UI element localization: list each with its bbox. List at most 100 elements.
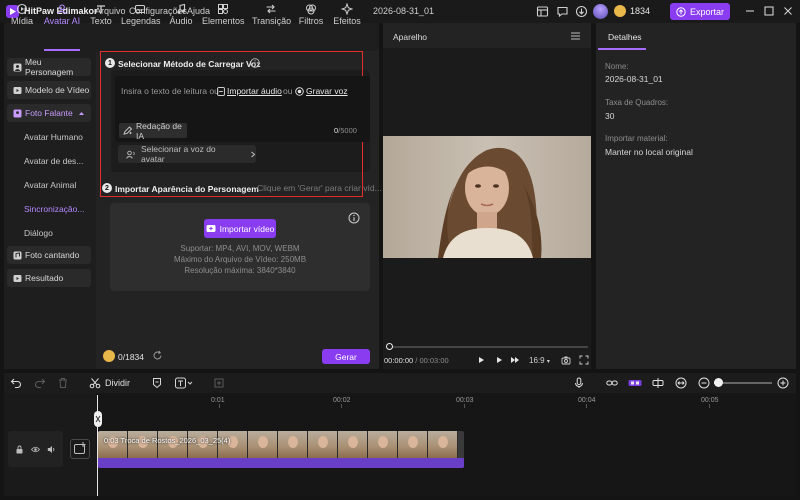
text-placeholder: Insira o texto de leitura ou: [121, 86, 219, 96]
fit-timeline-icon[interactable]: [675, 377, 687, 389]
ruler-label: 00:02: [333, 397, 351, 404]
media-icon: [16, 3, 28, 15]
add-media-button[interactable]: [70, 439, 90, 459]
sidebar-sub-avatar-animal[interactable]: Avatar Animal: [24, 180, 76, 190]
transition-icon: [265, 3, 277, 15]
magnet-snap-icon[interactable]: [628, 377, 642, 389]
dropzone-info-icon[interactable]: [348, 212, 360, 224]
refresh-icon[interactable]: [152, 350, 163, 361]
tab-texto[interactable]: Texto: [88, 0, 114, 28]
play-alt-icon[interactable]: [494, 355, 504, 365]
step-1-title: Selecionar Método de Carregar Voz: [118, 59, 261, 69]
generate-hint: Clique em 'Gerar' para criar víd...: [257, 183, 382, 193]
lock-icon[interactable]: [15, 445, 24, 454]
close-icon[interactable]: [782, 5, 794, 17]
subtitles-icon: [134, 3, 146, 15]
tab-filtros[interactable]: Filtros: [297, 0, 325, 28]
preview-image: [383, 136, 591, 258]
ruler-label: 00:03: [456, 397, 474, 404]
tab-efeitos[interactable]: Efeitos: [332, 0, 362, 28]
split-track-icon[interactable]: [652, 377, 664, 389]
snapshot-icon[interactable]: [561, 355, 571, 365]
sidebar-item-meu-personagem[interactable]: Meu Personagem: [7, 57, 91, 77]
menu-icon[interactable]: [570, 31, 581, 41]
preview-progress-handle[interactable]: [386, 343, 393, 350]
fps-label: Taxa de Quadros:: [605, 98, 669, 107]
generate-button[interactable]: Gerar: [322, 349, 370, 364]
user-avatar[interactable]: [593, 4, 608, 19]
download-icon[interactable]: [575, 5, 588, 18]
coin-icon: [614, 5, 626, 17]
add-video-icon: [206, 224, 216, 233]
import-audio-link[interactable]: Importar áudio: [217, 86, 282, 96]
microphone-icon[interactable]: [573, 377, 585, 389]
result-icon: [13, 274, 22, 283]
credit-usage: 0/1834: [118, 352, 144, 362]
talking-photo-icon: [13, 109, 22, 118]
feedback-icon[interactable]: [556, 5, 569, 18]
sidebar-item-foto-falante[interactable]: Foto Falante: [7, 104, 91, 122]
link-icon[interactable]: [606, 377, 618, 389]
import-video-button[interactable]: Importar vídeo: [204, 219, 276, 238]
fullscreen-icon[interactable]: [579, 355, 589, 365]
sidebar-item-modelo-video[interactable]: Modelo de Vídeo: [7, 81, 91, 99]
info-icon[interactable]: [250, 58, 260, 68]
play-icon[interactable]: [476, 355, 486, 365]
split-icon[interactable]: [89, 377, 101, 389]
marker-icon[interactable]: [151, 377, 163, 389]
sidebar-item-resultado[interactable]: Resultado: [7, 269, 91, 287]
record-voice-link[interactable]: Gravar voz: [295, 86, 348, 96]
tab-legendas[interactable]: Legendas: [121, 0, 161, 28]
aspect-ratio-select[interactable]: 16:9 ▾: [529, 356, 550, 365]
tab-audio[interactable]: Áudio: [167, 0, 195, 28]
ai-pen-icon: [123, 126, 133, 135]
ruler-label: 00:05: [701, 397, 719, 404]
tab-transicao[interactable]: Transição: [252, 0, 291, 28]
redo-icon[interactable]: [34, 377, 46, 389]
crop-icon[interactable]: [213, 377, 225, 389]
zoom-in-icon[interactable]: [777, 377, 789, 389]
text-template-dropdown[interactable]: [175, 377, 195, 389]
ruler-tick: [709, 404, 710, 408]
select-voice-button[interactable]: Selecionar a voz do avatar: [118, 144, 256, 164]
tab-midia[interactable]: Mídia: [8, 0, 36, 28]
sidebar-sub-dialogo[interactable]: Diálogo: [24, 228, 53, 238]
effects-icon: [341, 3, 353, 15]
timeline-clip[interactable]: 0:03 Troca de Rostos_2026_03_25(4): [98, 431, 464, 468]
clip-label: 0:03 Troca de Rostos_2026_03_25(4): [104, 436, 231, 445]
split-button[interactable]: Dividir: [105, 378, 130, 388]
step-1-badge: 1: [105, 58, 115, 68]
elements-icon: [217, 3, 229, 15]
tab-elementos[interactable]: Elementos: [202, 0, 245, 28]
tab-avatar-ai[interactable]: Avatar AI: [43, 0, 81, 28]
project-title: 2026-08-31_01: [373, 6, 435, 16]
text-icon: [95, 3, 107, 15]
delete-icon[interactable]: [57, 377, 69, 389]
preview-progress-track[interactable]: [390, 346, 588, 348]
max-resolution: Resolução máxima: 3840*3840: [184, 266, 296, 275]
sidebar-item-foto-cantando[interactable]: Foto cantando: [7, 246, 91, 264]
export-button[interactable]: Exportar: [670, 3, 730, 20]
playhead-handle[interactable]: [94, 411, 102, 427]
char-counter: 0/5000: [334, 126, 357, 135]
supported-formats: Suportar: MP4, AVI, MOV, WEBM: [180, 244, 300, 253]
zoom-slider-handle[interactable]: [714, 378, 723, 387]
sidebar-sub-avatar-desenho[interactable]: Avatar de des...: [24, 156, 83, 166]
sidebar-sub-avatar-humano[interactable]: Avatar Humano: [24, 132, 83, 142]
person-icon: [13, 63, 22, 72]
or-text: ou: [283, 86, 293, 96]
volume-icon[interactable]: [47, 445, 56, 454]
minimize-icon[interactable]: [744, 5, 756, 17]
undo-icon[interactable]: [10, 377, 22, 389]
fast-forward-icon[interactable]: [510, 355, 520, 365]
visibility-icon[interactable]: [31, 445, 40, 454]
sidebar-sub-sincronizacao[interactable]: Sincronizaçâo...: [24, 204, 84, 214]
tab-detalhes[interactable]: Detalhes: [608, 32, 642, 42]
filter-icon: [305, 3, 317, 15]
maximize-icon[interactable]: [763, 5, 775, 17]
file-audio-icon: [217, 86, 225, 96]
music-note-icon: [175, 3, 187, 15]
zoom-out-icon[interactable]: [698, 377, 710, 389]
ai-writing-button[interactable]: Redação de IA: [119, 121, 187, 141]
layout-icon[interactable]: [536, 5, 549, 18]
